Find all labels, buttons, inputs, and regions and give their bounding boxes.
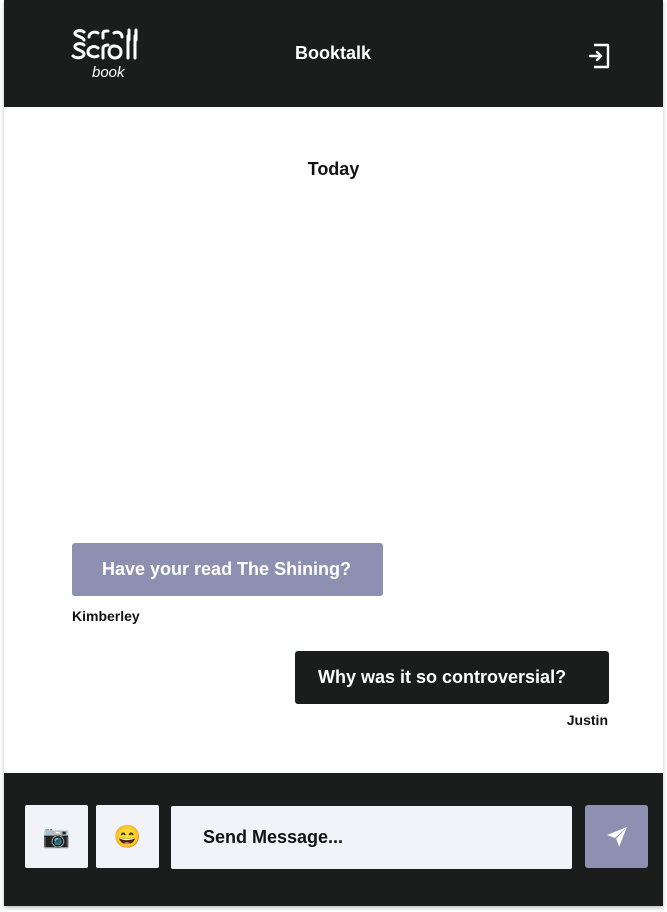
message-sender: Justin <box>566 712 608 728</box>
message-bubble-incoming[interactable]: Have your read The Shining? <box>72 543 383 596</box>
camera-button[interactable]: 📷 <box>25 805 88 868</box>
logout-icon[interactable] <box>588 42 614 70</box>
composer-bar: 📷 😄 <box>4 773 663 906</box>
date-separator: Today <box>307 159 360 179</box>
message-text: Have your read The Shining? <box>102 559 352 579</box>
message-bubble-outgoing[interactable]: Why was it so controversial? <box>295 651 609 704</box>
send-icon <box>606 826 627 847</box>
message-input[interactable] <box>171 806 572 869</box>
message-sender: Kimberley <box>72 608 140 624</box>
camera-icon: 📷 <box>42 823 71 849</box>
page-title: Booktalk <box>295 43 372 63</box>
app-window: book Booktalk Today Have your read The S… <box>4 0 663 906</box>
emoji-icon: 😄 <box>113 823 142 849</box>
send-button[interactable] <box>585 805 648 868</box>
message-text: Why was it so controversial? <box>318 667 567 687</box>
emoji-button[interactable]: 😄 <box>96 805 159 868</box>
scroll-book-logo[interactable]: book <box>70 28 156 80</box>
svg-text:book: book <box>92 64 126 80</box>
header-bar: book Booktalk <box>4 0 663 107</box>
